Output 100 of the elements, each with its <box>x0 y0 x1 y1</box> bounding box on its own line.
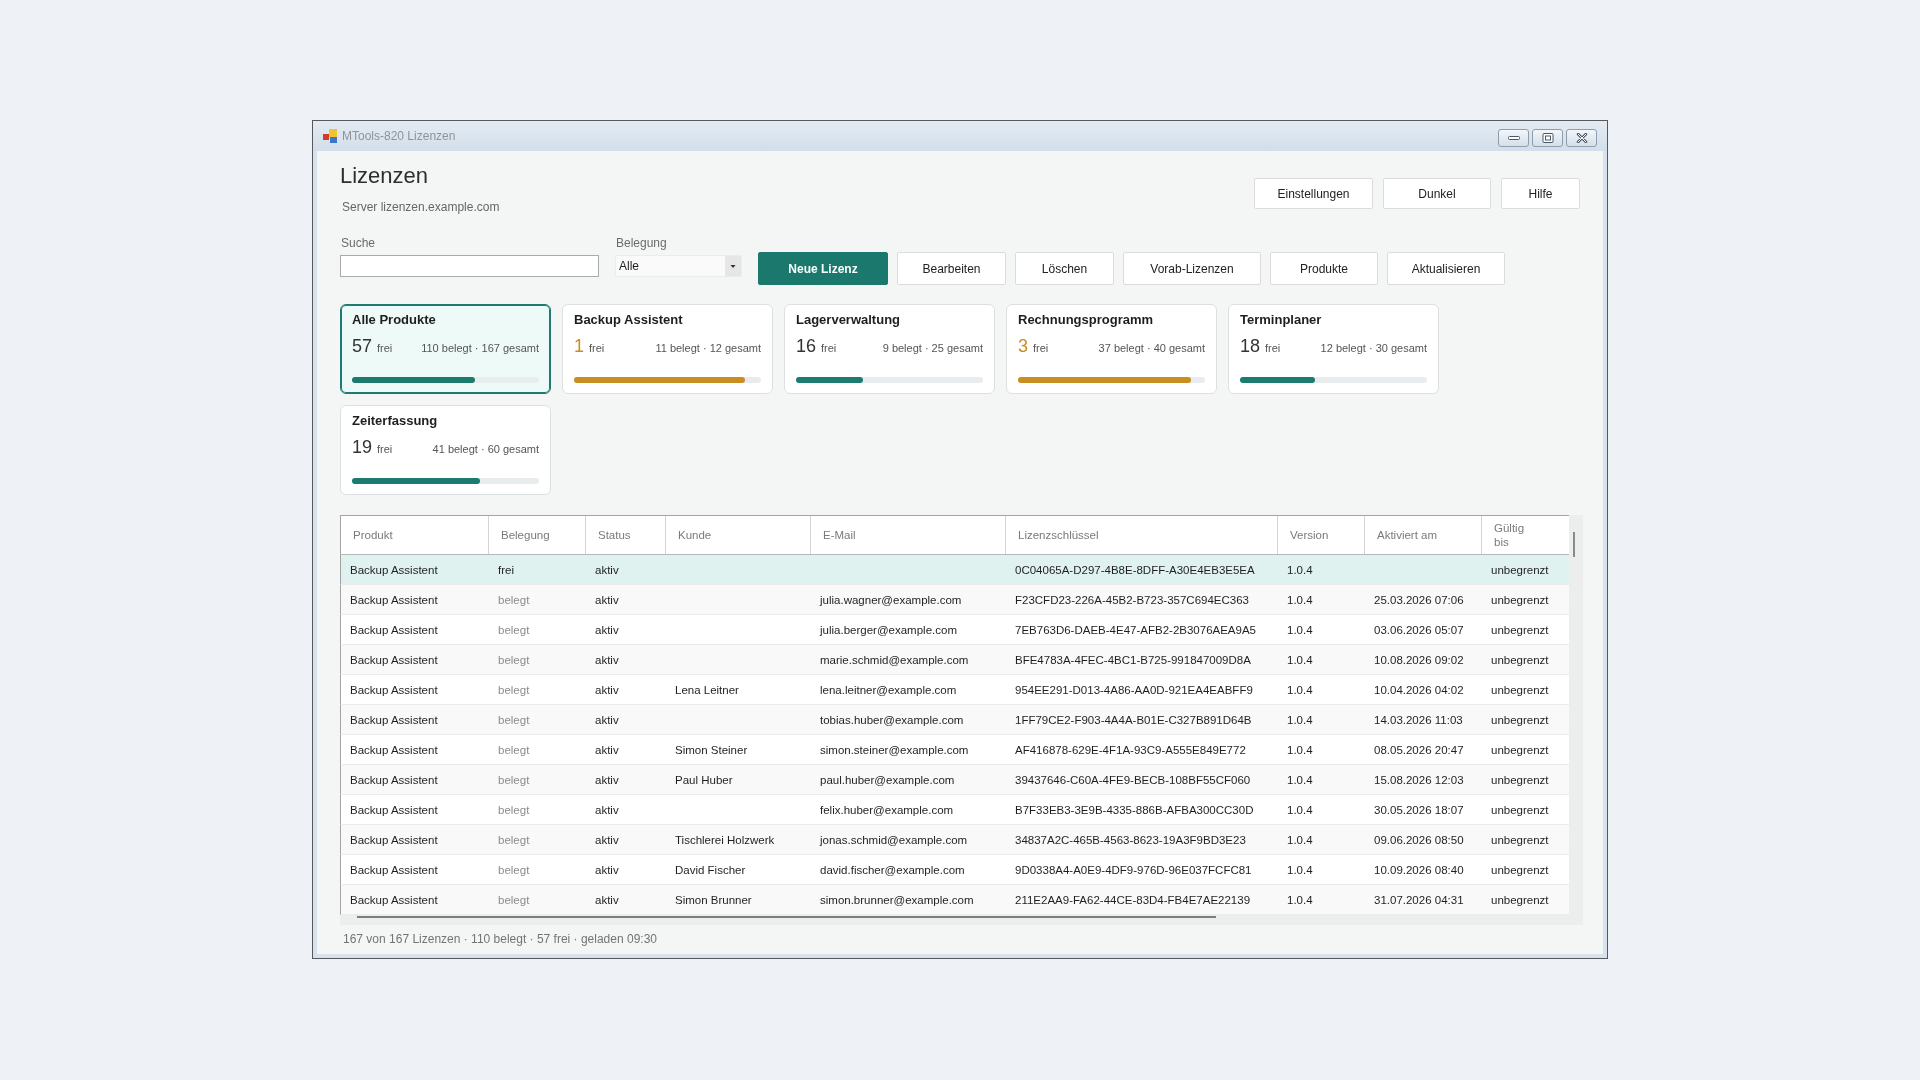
toolbar-button[interactable]: Löschen <box>1015 252 1114 285</box>
free-label: frei <box>821 342 837 354</box>
table-cell-text: belegt <box>497 832 531 848</box>
header-button[interactable]: Dunkel <box>1383 178 1491 209</box>
table-cell-text: AF416878-629E-4F1A-93C9-A555E849E772 <box>1014 742 1247 758</box>
table-row[interactable]: Backup Assistent belegt aktiv Simon Brunner simon.brunner@example.com 211E2AA9-FA62-44CE-83D4-FB4E7AE22139 1.0.4 31.07.2026 04:31 unbegrenzt <box>340 885 1569 915</box>
table-row[interactable]: Backup Assistent belegt aktiv felix.huber@example.com B7F33EB3-3E9B-4335-886B-AFBA300CC30D 1.0.4 30.05.2026 18:07 unbegrenzt <box>340 795 1569 825</box>
header-button[interactable]: Hilfe <box>1501 178 1580 209</box>
table-cell-text: unbegrenzt <box>1490 862 1550 878</box>
table-cell-text: aktiv <box>594 862 620 878</box>
table-row[interactable]: Backup Assistent belegt aktiv David Fischer david.fischer@example.com 9D0338A4-A0E9-4DF9-976D-96E037FCFC81 1.0.4 10.09.2026 08:40 unbegrenzt <box>340 855 1569 885</box>
column-header[interactable]: Kunde <box>666 516 811 554</box>
table-cell-text: Backup Assistent <box>349 652 439 668</box>
table-cell-text: Tischlerei Holzwerk <box>674 832 776 848</box>
product-name: Backup Assistent <box>574 312 683 328</box>
table-cell-text: 15.08.2026 12:03 <box>1373 772 1465 788</box>
table-cell-text: 14.03.2026 11:03 <box>1373 712 1464 728</box>
product-name: Alle Produkte <box>352 312 436 328</box>
table-cell-text: belegt <box>497 742 531 758</box>
table-cell-text: aktiv <box>594 832 620 848</box>
window-title: MTools-820 Lizenzen <box>342 128 456 144</box>
toolbar-button[interactable]: Bearbeiten <box>897 252 1006 285</box>
minimize-button[interactable] <box>1498 129 1529 147</box>
product-card[interactable]: Backup Assistent 1 frei 11 belegt · 12 gesamt <box>562 304 773 394</box>
table-cell-text: 1.0.4 <box>1286 742 1314 758</box>
column-header[interactable]: Produkt <box>341 516 489 554</box>
table-cell-text: unbegrenzt <box>1490 712 1550 728</box>
toolbar-button[interactable]: Produkte <box>1270 252 1378 285</box>
product-name: Terminplaner <box>1240 312 1322 328</box>
table-cell-text: Backup Assistent <box>349 802 439 818</box>
scrollbar-thumb[interactable] <box>357 916 1216 918</box>
product-name: Rechnungsprogramm <box>1018 312 1154 328</box>
table-row[interactable]: Backup Assistent frei aktiv 0C04065A-D297-4B8E-8DFF-A30E4EB3E5EA 1.0.4 unbegrenzt <box>340 555 1569 585</box>
server-address: Server lizenzen.example.com <box>341 199 500 215</box>
table-row[interactable]: Backup Assistent belegt aktiv julia.berger@example.com 7EB763D6-DAEB-4E47-AFB2-2B3076AEA9A5 1.0.4 03.06.2026 05:07 unbegrenzt <box>340 615 1569 645</box>
toolbar-button[interactable]: Vorab-Lizenzen <box>1123 252 1261 285</box>
table-cell-text: Backup Assistent <box>349 682 439 698</box>
toolbar-button[interactable]: Aktualisieren <box>1387 252 1505 285</box>
table-cell-text: Simon Steiner <box>674 742 749 758</box>
table-row[interactable]: Backup Assistent belegt aktiv Simon Steiner simon.steiner@example.com AF416878-629E-4F1A-93C9-A555E849E772 1.0.4 08.05.2026 20:47 unbegrenzt <box>340 735 1569 765</box>
table-cell-text: belegt <box>497 892 531 908</box>
product-card[interactable]: Alle Produkte 57 frei 110 belegt · 167 gesamt <box>340 304 551 394</box>
table-row[interactable]: Backup Assistent belegt aktiv julia.wagner@example.com F23CFD23-226A-45B2-B723-357C694EC363 1.0.4 25.03.2026 07:06 unbegrenzt <box>340 585 1569 615</box>
status-text: 167 von 167 Lizenzen · 110 belegt · 57 frei · geladen 09:30 <box>343 932 657 946</box>
table-cell-text: unbegrenzt <box>1490 802 1550 818</box>
free-count: 16 <box>796 335 817 357</box>
table-cell-text: David Fischer <box>674 862 747 878</box>
table-cell-text: 1.0.4 <box>1286 682 1314 698</box>
table-cell-text: Lena Leitner <box>674 682 740 698</box>
product-card[interactable]: Lagerverwaltung 16 frei 9 belegt · 25 gesamt <box>784 304 995 394</box>
table-cell-text: belegt <box>497 862 531 878</box>
usage-summary: 11 belegt · 12 gesamt <box>655 342 761 354</box>
free-count: 19 <box>352 436 373 458</box>
usage-summary: 110 belegt · 167 gesamt <box>421 342 539 354</box>
column-header[interactable]: Status <box>586 516 666 554</box>
table-cell-text: 34837A2C-465B-4563-8623-19A3F9BD3E23 <box>1014 832 1247 848</box>
free-count: 1 <box>574 335 584 357</box>
column-header[interactable]: Belegung <box>489 516 586 554</box>
table-row[interactable]: Backup Assistent belegt aktiv Tischlerei Holzwerk jonas.schmid@example.com 34837A2C-465B-4563-8623-19A3F9BD3E23 1.0.4 09.06.2026 08:50 unbegrenzt <box>340 825 1569 855</box>
column-header[interactable]: Version <box>1278 516 1365 554</box>
table-cell-text: aktiv <box>594 592 620 608</box>
table-cell-text: unbegrenzt <box>1490 832 1550 848</box>
table-cell-text: 1FF79CE2-F903-4A4A-B01E-C327B891D64B <box>1014 712 1253 728</box>
table-row[interactable]: Backup Assistent belegt aktiv marie.schmid@example.com BFE4783A-4FEC-4BC1-B725-991847009D8A 1.0.4 10.08.2026 09:02 unbegrenzt <box>340 645 1569 675</box>
table-cell-text: belegt <box>497 772 531 788</box>
free-label: frei <box>1033 342 1049 354</box>
product-card[interactable]: Zeiterfassung 19 frei 41 belegt · 60 gesamt <box>340 405 551 495</box>
toolbar-button[interactable]: Neue Lizenz <box>758 252 888 285</box>
column-header[interactable]: Lizenzschlüssel <box>1006 516 1278 554</box>
search-field[interactable] <box>340 255 599 277</box>
scrollbar-thumb[interactable] <box>1573 532 1575 557</box>
table-cell-text: 10.08.2026 09:02 <box>1373 652 1465 668</box>
usage-summary: 41 belegt · 60 gesamt <box>432 443 539 455</box>
table-cell-text: belegt <box>497 652 531 668</box>
product-card[interactable]: Terminplaner 18 frei 12 belegt · 30 gesamt <box>1228 304 1439 394</box>
column-header[interactable]: Aktiviert am <box>1365 516 1482 554</box>
table-cell-text: unbegrenzt <box>1490 892 1550 908</box>
table-cell-text: 1.0.4 <box>1286 712 1314 728</box>
column-header[interactable]: Gültig bis <box>1482 516 1569 554</box>
free-count: 3 <box>1018 335 1028 357</box>
table-row[interactable]: Backup Assistent belegt aktiv Lena Leitner lena.leitner@example.com 954EE291-D013-4A86-AA0D-921EA4EABFF9 1.0.4 10.04.2026 04:02 unbegrenzt <box>340 675 1569 705</box>
table-cell-text: 7EB763D6-DAEB-4E47-AFB2-2B3076AEA9A5 <box>1014 622 1257 638</box>
table-cell-text: aktiv <box>594 622 620 638</box>
occupancy-label: Belegung <box>615 235 668 251</box>
table-cell-text: unbegrenzt <box>1490 652 1550 668</box>
column-header[interactable]: E-Mail <box>811 516 1006 554</box>
maximize-button[interactable] <box>1532 129 1563 147</box>
table-cell-text: unbegrenzt <box>1490 562 1550 578</box>
product-card[interactable]: Rechnungsprogramm 3 frei 37 belegt · 40 gesamt <box>1006 304 1217 394</box>
free-label: frei <box>589 342 605 354</box>
free-count: 57 <box>352 335 373 357</box>
table-row[interactable]: Backup Assistent belegt aktiv tobias.huber@example.com 1FF79CE2-F903-4A4A-B01E-C327B891D64B 1.0.4 14.03.2026 11:03 unbegrenzt <box>340 705 1569 735</box>
table-cell-text: Backup Assistent <box>349 892 439 908</box>
occupancy-dropdown[interactable]: Alle <box>615 255 742 277</box>
header-button[interactable]: Einstellungen <box>1254 178 1373 209</box>
maximize-icon <box>1541 133 1554 143</box>
table-cell-text: 25.03.2026 07:06 <box>1373 592 1465 608</box>
table-row[interactable]: Backup Assistent belegt aktiv Paul Huber paul.huber@example.com 39437646-C60A-4FE9-BECB-108BF55CF060 1.0.4 15.08.2026 12:03 unbegrenzt <box>340 765 1569 795</box>
usage-summary: 37 belegt · 40 gesamt <box>1098 342 1205 354</box>
close-button[interactable] <box>1566 129 1597 147</box>
